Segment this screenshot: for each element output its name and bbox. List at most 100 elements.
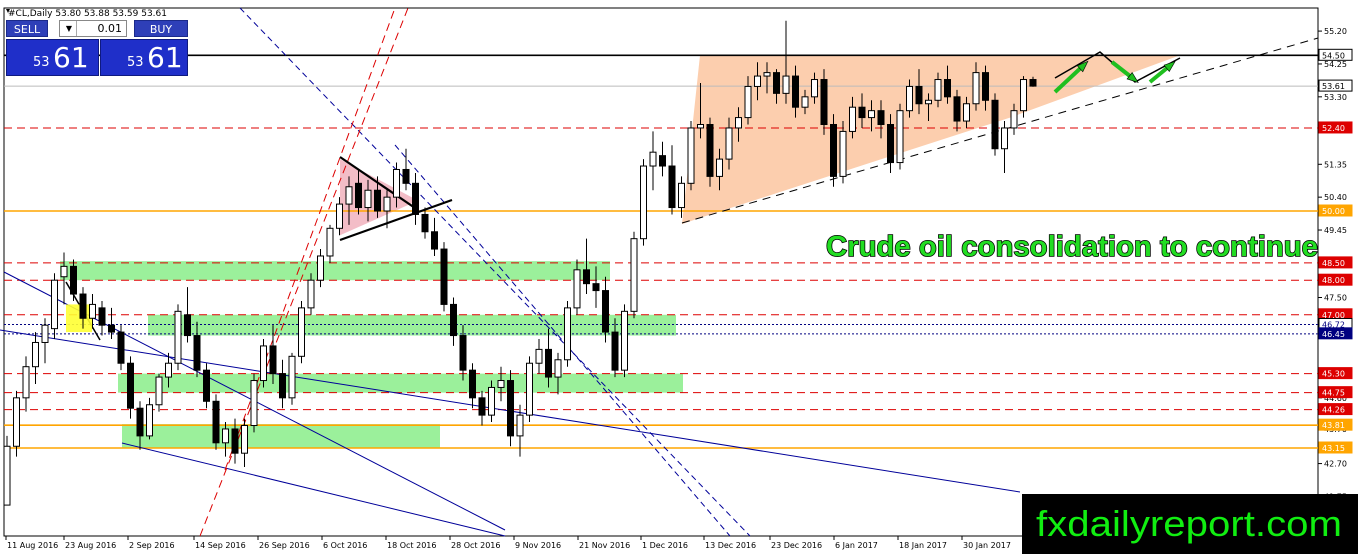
candle-bull[interactable] (896, 110, 904, 164)
candle-bear[interactable] (231, 428, 239, 454)
candle-bull[interactable] (174, 310, 182, 364)
candle-bear[interactable] (887, 124, 894, 164)
candle-bear[interactable] (412, 182, 419, 215)
candle-bear[interactable] (830, 124, 837, 177)
candle-bull[interactable] (801, 96, 809, 108)
candle-bear[interactable] (108, 324, 115, 333)
candle-bull[interactable] (868, 110, 875, 119)
candle-bear[interactable] (915, 85, 923, 105)
candle-bull[interactable] (89, 303, 96, 319)
candle-bull[interactable] (1020, 79, 1027, 112)
lot-size-field[interactable]: ▼ 0.01 (59, 20, 127, 37)
candle-bear[interactable] (706, 124, 714, 177)
candle-bear[interactable] (545, 348, 552, 378)
candle-bull[interactable] (345, 186, 353, 205)
candle-bear[interactable] (402, 168, 410, 184)
candle-bear[interactable] (668, 165, 676, 209)
candle-bull[interactable] (564, 307, 571, 361)
candle-bear[interactable] (459, 335, 467, 371)
candle-bear[interactable] (184, 314, 191, 337)
candle-bull[interactable] (298, 307, 305, 357)
candle-bear[interactable] (773, 72, 780, 94)
candle-bear[interactable] (70, 265, 77, 295)
candle-bull[interactable] (535, 348, 543, 364)
candle-bear[interactable] (982, 72, 989, 101)
candle-bull[interactable] (497, 380, 505, 388)
candle-bull[interactable] (155, 376, 163, 406)
candle-bull[interactable] (13, 397, 20, 447)
candle-bear[interactable] (877, 110, 885, 126)
candle-bull[interactable] (364, 189, 372, 209)
candle-bull[interactable] (621, 310, 628, 371)
candle-bull[interactable] (963, 103, 970, 122)
candle-bear[interactable] (659, 155, 666, 167)
candle-bull[interactable] (336, 203, 343, 229)
candle-bull[interactable] (250, 380, 258, 427)
candle-bear[interactable] (507, 380, 514, 437)
candle-bull[interactable] (51, 279, 58, 330)
candle-bull[interactable] (811, 79, 818, 98)
candle-bear[interactable] (944, 79, 951, 98)
candle-bull[interactable] (934, 79, 942, 101)
candle-bull[interactable] (630, 238, 638, 312)
candle-bull[interactable] (60, 265, 68, 278)
candle-bear[interactable] (374, 189, 381, 212)
buy-button[interactable]: BUY (134, 20, 188, 37)
candle-bull[interactable] (326, 227, 334, 257)
candle-bull[interactable] (165, 362, 172, 378)
candle-bear[interactable] (592, 283, 600, 292)
candle-bear[interactable] (478, 397, 486, 416)
candle-bull[interactable] (288, 355, 296, 399)
candle-bull[interactable] (697, 124, 704, 129)
candle-bull[interactable] (906, 85, 913, 112)
candle-bear[interactable] (858, 106, 866, 119)
candle-bull[interactable] (554, 359, 562, 378)
price-chart[interactable]: 55.2054.2553.3051.3550.4049.4547.5046.55… (0, 0, 1358, 554)
candle-bull[interactable] (849, 106, 856, 132)
candle-bear[interactable] (469, 369, 476, 399)
candle-bull[interactable] (22, 366, 30, 399)
buy-price[interactable]: 53 61 (100, 39, 188, 76)
candle-bull[interactable] (782, 75, 790, 94)
candle-bull[interactable] (678, 182, 685, 209)
candle-bull[interactable] (754, 75, 761, 87)
candle-bull[interactable] (488, 386, 495, 416)
candle-bull[interactable] (1010, 110, 1018, 129)
candle-bull[interactable] (763, 72, 771, 77)
candle-bull[interactable] (526, 362, 533, 416)
candle-bear[interactable] (1029, 79, 1037, 87)
candle-bull[interactable] (716, 158, 723, 177)
sell-price[interactable]: 53 61 (6, 39, 99, 76)
candle-bear[interactable] (117, 331, 125, 364)
candle-bull[interactable] (839, 130, 847, 177)
candle-bear[interactable] (269, 345, 277, 375)
candle-bull[interactable] (260, 345, 267, 382)
candle-bear[interactable] (421, 213, 429, 233)
candle-bull[interactable] (640, 165, 647, 240)
candle-bear[interactable] (953, 96, 961, 122)
candle-bull[interactable] (317, 255, 324, 281)
candle-bull[interactable] (41, 324, 49, 343)
candle-bull[interactable] (735, 117, 742, 129)
candle-bull[interactable] (744, 85, 752, 119)
candle-bear[interactable] (820, 79, 828, 126)
chevron-down-icon[interactable]: ▼ (62, 21, 77, 36)
candle-bear[interactable] (136, 407, 144, 437)
candle-bull[interactable] (687, 127, 695, 184)
candle-bull[interactable] (1001, 127, 1008, 150)
candle-bull[interactable] (516, 414, 524, 437)
candle-bear[interactable] (611, 331, 619, 371)
candle-bull[interactable] (573, 269, 581, 309)
candle-bull[interactable] (3, 445, 11, 506)
candle-bull[interactable] (725, 127, 733, 160)
sell-button[interactable]: SELL (6, 20, 48, 37)
candle-bear[interactable] (79, 293, 87, 319)
candle-bull[interactable] (32, 341, 39, 368)
candle-bull[interactable] (393, 168, 400, 198)
candle-bull[interactable] (146, 404, 153, 437)
candle-bear[interactable] (212, 400, 220, 444)
candle-bear[interactable] (203, 369, 210, 402)
candle-bull[interactable] (241, 425, 248, 454)
candle-bear[interactable] (450, 303, 457, 337)
candle-bear[interactable] (98, 307, 106, 326)
